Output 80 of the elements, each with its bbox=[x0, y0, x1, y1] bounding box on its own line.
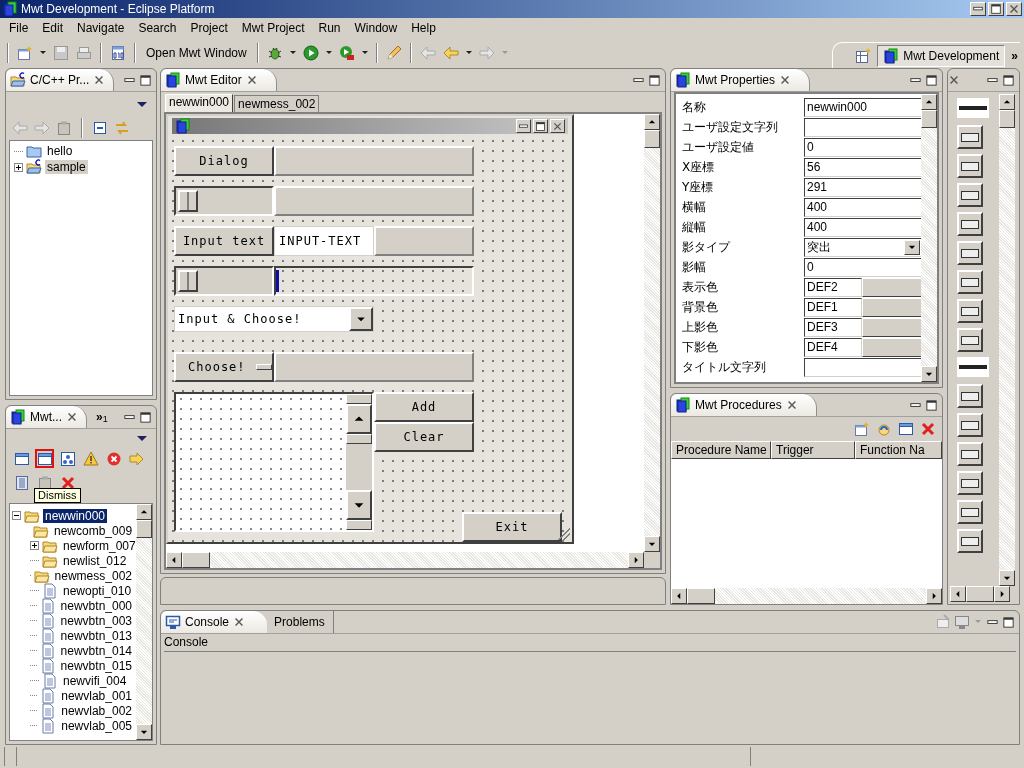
text-field[interactable]: 0 bbox=[804, 257, 921, 277]
tree-item[interactable]: hello bbox=[45, 144, 75, 158]
menu-item[interactable]: File bbox=[2, 20, 36, 35]
text-field[interactable]: 0 bbox=[804, 137, 921, 157]
tab-count: 1 bbox=[102, 414, 108, 424]
menu-item[interactable]: Run bbox=[311, 20, 348, 35]
text-field[interactable]: DEF1 bbox=[804, 297, 862, 317]
console-heading: Console bbox=[164, 634, 1016, 652]
menu-item[interactable]: Edit bbox=[35, 20, 71, 35]
tree-item[interactable]: newmess_002 bbox=[52, 568, 134, 583]
view-tab[interactable]: Mwt... bbox=[6, 406, 87, 428]
option-button[interactable]: Choose! bbox=[174, 352, 274, 382]
column-header[interactable]: Procedure Name bbox=[671, 441, 771, 459]
window-title: Mwt Development - Eclipse Platform bbox=[21, 2, 215, 16]
tree-item[interactable]: newvbtn_000 bbox=[58, 598, 134, 613]
property-label: 縦幅 bbox=[682, 218, 707, 236]
form-button[interactable]: Add bbox=[374, 392, 474, 422]
form-button[interactable]: Clear bbox=[374, 422, 474, 452]
text-field[interactable]: DEF2 bbox=[804, 277, 862, 297]
tree-item[interactable]: newwin000 bbox=[43, 508, 108, 523]
text-field[interactable]: newwin000 bbox=[804, 97, 921, 117]
tree-item[interactable]: sample bbox=[45, 160, 88, 174]
property-label: Y座標 bbox=[682, 178, 715, 196]
menu-item[interactable]: Help bbox=[404, 20, 443, 35]
column-header[interactable]: Trigger bbox=[771, 441, 855, 459]
view-tab[interactable]: C/C++ Pr... bbox=[6, 69, 115, 91]
text-field[interactable]: 400 bbox=[804, 217, 921, 237]
text-field[interactable]: 291 bbox=[804, 177, 921, 197]
text-field[interactable]: INPUT-TEXT bbox=[274, 226, 374, 256]
tree-item[interactable]: newvbtn_003 bbox=[58, 613, 134, 628]
open-mwt-window-button[interactable]: Open Mwt Window bbox=[142, 45, 251, 60]
property-label: 影タイプ bbox=[682, 238, 732, 256]
view-tab[interactable]: Problems bbox=[270, 611, 334, 633]
text-field[interactable]: DEF4 bbox=[804, 337, 862, 357]
view-tab[interactable]: Mwt Editor bbox=[161, 69, 277, 91]
form-button[interactable]: Input text bbox=[174, 226, 274, 256]
tree-item[interactable]: newvlab_002 bbox=[59, 703, 134, 718]
form-button[interactable]: Dialog bbox=[174, 146, 274, 176]
form-button[interactable]: Exit bbox=[462, 512, 562, 542]
tree-item[interactable]: newcomb_009 bbox=[52, 523, 135, 538]
property-label: 背景色 bbox=[682, 298, 719, 316]
tree-item[interactable]: newvbtn_015 bbox=[58, 658, 134, 673]
perspective-button[interactable]: Mwt Development bbox=[877, 44, 1006, 67]
view-tab[interactable]: Console bbox=[161, 611, 268, 633]
property-label: 下影色 bbox=[682, 338, 719, 356]
page-tab[interactable]: newwin000 bbox=[165, 94, 234, 112]
property-label: ユーザ設定値 bbox=[682, 138, 755, 156]
view-tab[interactable]: Mwt Procedures bbox=[671, 394, 817, 416]
page-tab[interactable]: newmess_002 bbox=[234, 95, 320, 112]
tree-item[interactable]: newvlab_005 bbox=[59, 718, 134, 733]
text-field[interactable]: 56 bbox=[804, 157, 921, 177]
tree-item[interactable]: newvlab_001 bbox=[59, 688, 134, 703]
property-label: X座標 bbox=[682, 158, 716, 176]
menu-item[interactable]: Mwt Project bbox=[234, 20, 312, 35]
property-label: ユーザ設定文字列 bbox=[682, 118, 779, 136]
tree-item[interactable]: newlist_012 bbox=[61, 553, 129, 568]
more-perspectives-button[interactable]: » bbox=[1009, 48, 1020, 63]
tree-item[interactable]: newvifi_004 bbox=[61, 673, 129, 688]
tree-item[interactable]: newform_007 bbox=[61, 538, 136, 553]
menu-item[interactable]: Search bbox=[131, 20, 184, 35]
tree-item[interactable]: newvbtn_013 bbox=[58, 628, 134, 643]
text-field[interactable]: 400 bbox=[804, 197, 921, 217]
property-label: 名称 bbox=[682, 98, 707, 116]
property-label: 上影色 bbox=[682, 318, 719, 336]
text-field[interactable]: DEF3 bbox=[804, 317, 862, 337]
property-label: 横幅 bbox=[682, 198, 707, 216]
tooltip: Dismiss bbox=[34, 488, 81, 503]
tree-item[interactable]: newvbtn_014 bbox=[58, 643, 134, 658]
menu-item[interactable]: Navigate bbox=[70, 20, 132, 35]
tree-item[interactable]: newopti_010 bbox=[61, 583, 134, 598]
menu-item[interactable]: Window bbox=[347, 20, 405, 35]
property-label: 表示色 bbox=[682, 278, 719, 296]
view-tab[interactable]: Mwt Properties bbox=[671, 69, 811, 91]
dropdown-field[interactable]: 突出 bbox=[804, 237, 921, 257]
menu-item[interactable]: Project bbox=[183, 20, 235, 35]
combo-box[interactable]: Input & Choose! bbox=[174, 306, 374, 332]
property-label: 影幅 bbox=[682, 258, 707, 276]
column-header[interactable]: Function Na bbox=[855, 441, 942, 459]
overflow-tabs-button[interactable]: » bbox=[96, 410, 103, 424]
property-label: タイトル文字列 bbox=[682, 358, 767, 376]
